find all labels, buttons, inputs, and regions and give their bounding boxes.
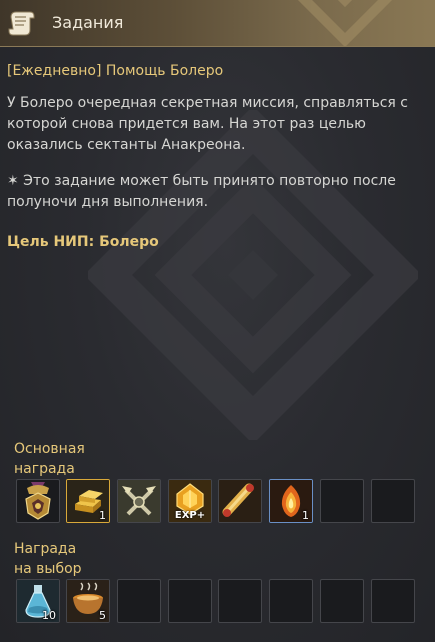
reward-slot-medal[interactable] — [16, 479, 60, 523]
window-title: Задания — [52, 13, 124, 32]
choice-reward-label: Награда на выбор — [14, 541, 82, 577]
scroll-icon — [219, 480, 261, 522]
reward-qty: 1 — [99, 509, 106, 522]
note-line: ✶ Это задание может быть принято повторн… — [7, 173, 396, 189]
reward-slot-fire-gem[interactable]: 1 — [269, 479, 313, 523]
note-line: полуночи дня выполнения. — [7, 194, 209, 210]
choice-slot-empty — [117, 579, 161, 623]
reward-slot-empty — [320, 479, 364, 523]
choice-slot-empty — [269, 579, 313, 623]
reward-slot-scroll[interactable] — [218, 479, 262, 523]
repeat-note: ✶ Это задание может быть принято повторн… — [7, 171, 423, 213]
choice-qty: 5 — [99, 609, 106, 622]
choice-slot-empty — [168, 579, 212, 623]
medal-icon — [25, 482, 51, 520]
reward-slot-weapons[interactable] — [117, 479, 161, 523]
exp-caption: EXP+ — [174, 510, 206, 521]
quest-window: Задания [Ежедневно] Помощь Болеро У Боле… — [0, 0, 435, 642]
choice-slot-empty — [218, 579, 262, 623]
quest-scroll-icon — [8, 11, 35, 36]
choice-slot-empty — [371, 579, 415, 623]
reward-slot-gold-bars[interactable]: 1 — [66, 479, 110, 523]
emblem-watermark — [88, 110, 418, 440]
reward-slot-empty — [371, 479, 415, 523]
crossed-weapons-icon — [118, 480, 160, 522]
choice-slot-food[interactable]: 5 — [66, 579, 110, 623]
header-ornament — [297, 0, 393, 46]
description-line: оказались сектанты Анакреона. — [7, 137, 246, 153]
choice-slot-potion[interactable]: 10 — [16, 579, 60, 623]
main-reward-label: Основная награда — [14, 441, 85, 477]
reward-slot-exp[interactable]: EXP+ — [168, 479, 212, 523]
window-header[interactable]: Задания — [0, 0, 435, 47]
quest-title: [Ежедневно] Помощь Болеро — [7, 63, 224, 79]
quest-description: У Болеро очередная секретная миссия, спр… — [7, 93, 423, 156]
description-line: У Болеро очередная секретная миссия, спр… — [7, 95, 408, 111]
description-line: которой снова придется вам. На этот раз … — [7, 116, 366, 132]
npc-target: Цель НИП: Болеро — [7, 234, 159, 250]
choice-slot-empty — [320, 579, 364, 623]
reward-qty: 1 — [302, 509, 309, 522]
choice-qty: 10 — [42, 609, 56, 622]
